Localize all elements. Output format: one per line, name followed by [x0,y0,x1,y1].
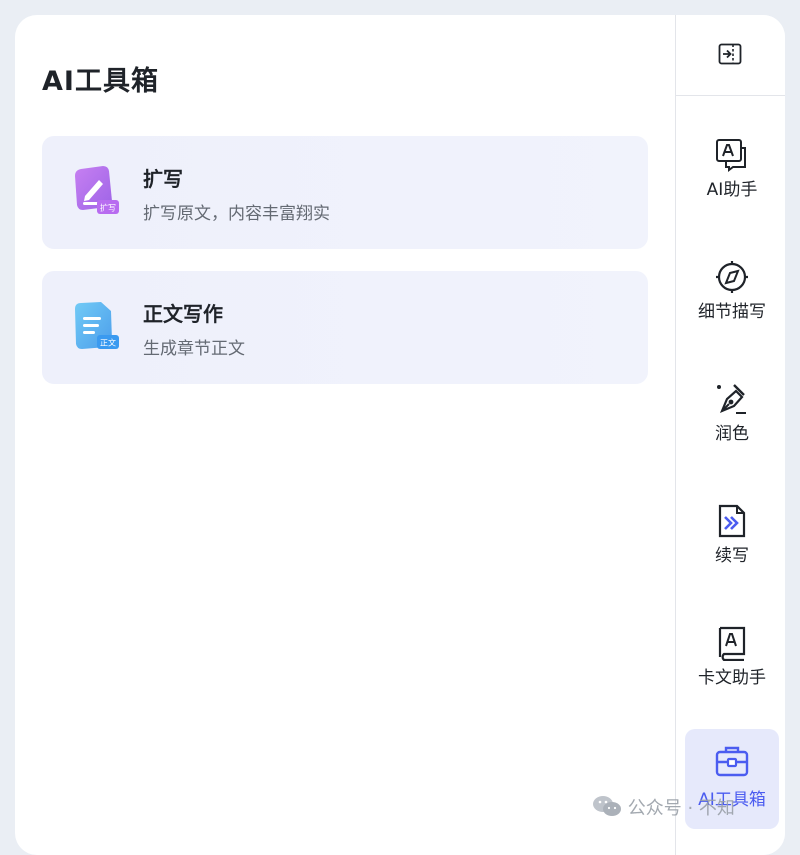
card-description: 扩写原文，内容丰富翔实 [143,204,330,224]
page-title: AI工具箱 [42,66,159,97]
tool-sidebar: AI助手 细节描写 润色 续写 卡文助手 AI工具箱 [675,15,785,855]
collapse-button[interactable] [676,15,785,96]
tool-detail-description[interactable]: 细节描写 [685,251,779,343]
card-body-writing[interactable]: 正文 正文写作 生成章节正文 [42,271,648,384]
ai-assistant-icon [716,139,746,172]
card-title: 扩写 [143,167,183,191]
tool-continue[interactable]: 续写 [685,495,779,587]
pen-nib-icon [717,384,746,414]
card-title: 正文写作 [143,302,223,326]
tool-polish[interactable]: 润色 [685,373,779,465]
compass-icon [716,261,748,293]
tool-ai-assistant[interactable]: AI助手 [685,129,779,221]
tool-label: AI助手 [706,180,758,200]
card-expand[interactable]: 扩写 扩写 扩写原文，内容丰富翔实 [42,136,648,249]
collapse-panel-icon [718,43,742,65]
ai-toolbox-panel: AI工具箱 扩写 扩写 扩写原文，内容丰富翔实 正文 正文写作 生成章节正文 A… [15,15,785,855]
book-icon [718,626,746,661]
watermark: 公众号 · 不知 [592,794,735,820]
tool-label: 续写 [715,546,749,566]
tool-label: 细节描写 [698,302,766,322]
tool-label: 卡文助手 [698,668,766,688]
document-write-icon: 正文 [75,302,119,349]
tool-writers-block[interactable]: 卡文助手 [685,617,779,709]
main-area: AI工具箱 扩写 扩写 扩写原文，内容丰富翔实 正文 正文写作 生成章节正文 [15,15,675,855]
expand-write-icon: 扩写 [75,166,119,214]
badge-expand: 扩写 [100,203,116,213]
badge-body: 正文 [100,338,116,348]
toolbox-icon [715,746,749,777]
card-description: 生成章节正文 [143,339,245,359]
wechat-icon [593,796,621,816]
continue-write-icon [718,504,746,538]
watermark-text: 公众号 · 不知 [627,798,735,819]
tool-label: 润色 [715,424,749,444]
